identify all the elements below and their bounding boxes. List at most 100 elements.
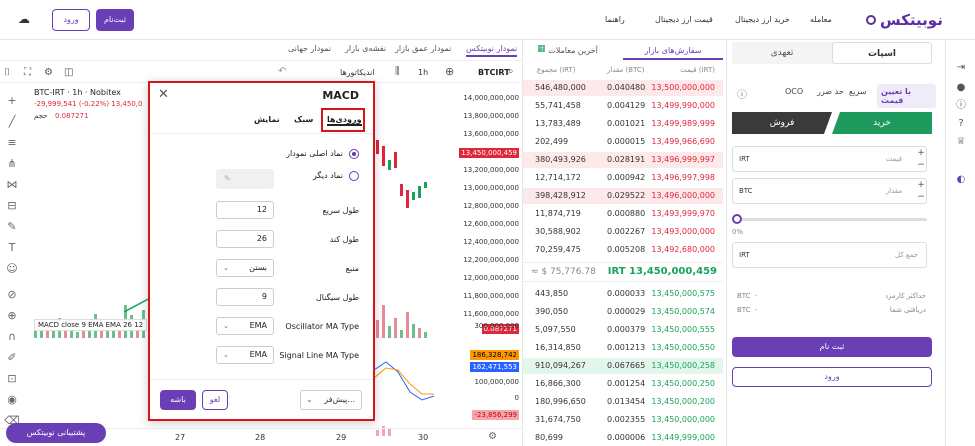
brush-icon[interactable]: ✎ <box>4 220 20 234</box>
defaults-dropdown[interactable]: پیش‌فر... ⌄ <box>300 390 362 410</box>
tab-margin[interactable]: تعهدی <box>732 42 832 64</box>
settings-icon[interactable]: ⚙ <box>44 67 53 78</box>
download-icon[interactable]: ☁ <box>18 12 34 26</box>
theme-icon[interactable]: ◐ <box>955 174 967 186</box>
orderbook-row[interactable]: 13,450,000,200 0.013454 180,996,650 <box>523 394 723 410</box>
orderbook-row[interactable]: 13,450,000,000 0.002355 31,674,750 <box>523 412 723 428</box>
pitchfork-icon[interactable]: ⋔ <box>4 157 20 171</box>
tab-style[interactable]: سبک <box>294 115 313 124</box>
interval-selector[interactable]: 1h <box>418 68 428 77</box>
add-compare-icon[interactable]: ⊕ <box>445 65 454 78</box>
amount-field[interactable]: BTC مقدار + − <box>732 178 927 204</box>
fullscreen-icon[interactable]: ⛶ <box>24 67 31 78</box>
source-select[interactable]: ⌄ بستن <box>216 259 274 277</box>
orderbook-row[interactable]: 13,493,999,970 0.000880 11,874,719 <box>523 206 723 222</box>
orderbook-row[interactable]: 13,493,000,000 0.002267 30,588,902 <box>523 224 723 240</box>
tab-global-chart[interactable]: نمودار جهانی <box>288 44 331 53</box>
zoom-icon[interactable]: ⊕ <box>4 309 20 323</box>
indicators-button[interactable]: اندیکاتورها <box>340 68 375 77</box>
price-field[interactable]: IRT قیمت + − <box>732 146 927 172</box>
slider-handle[interactable] <box>732 214 742 224</box>
source-main-option[interactable]: نماد اصلی نمودار <box>150 147 373 167</box>
oscillator-ma-select[interactable]: ⌄ EMA <box>216 317 274 335</box>
orderbook-row[interactable]: 13,450,000,574 0.000029 390,050 <box>523 304 723 320</box>
signal-length-input[interactable]: 9 <box>216 288 274 306</box>
orderbook-row[interactable]: 13,499,990,000 0.004129 55,741,458 <box>523 98 723 114</box>
order-type-limit[interactable]: با تعیین قیمت <box>877 84 936 108</box>
radio-unchecked-icon[interactable] <box>349 171 359 181</box>
order-type-oco[interactable]: OCO <box>785 87 803 96</box>
radio-checked-icon[interactable] <box>349 149 359 159</box>
tab-market-map[interactable]: نقشه‌ی بازار <box>345 44 386 53</box>
sell-tab[interactable]: فروش <box>732 112 832 134</box>
macd-legend[interactable]: MACD close 9 EMA EMA 26 12 <box>34 319 148 331</box>
emoji-icon[interactable]: ☺ <box>4 262 20 276</box>
slow-length-input[interactable]: 26 <box>216 230 274 248</box>
signal-ma-select[interactable]: ⌄ EMA <box>216 346 274 364</box>
symbol-label[interactable]: BTCIRT <box>478 68 510 77</box>
fast-length-input[interactable]: 12 <box>216 201 274 219</box>
measure-icon[interactable]: ⊟ <box>4 199 20 213</box>
trendline-icon[interactable]: ╱ <box>4 115 20 129</box>
orderbook-row[interactable]: 13,499,966,690 0.000015 202,499 <box>523 134 723 150</box>
decrease-icon[interactable]: − <box>916 191 926 203</box>
orderbook-row[interactable]: 13,450,000,550 0.001213 16,314,850 <box>523 340 723 356</box>
tab-spot[interactable]: اسپات <box>832 42 932 64</box>
tab-depth-chart[interactable]: نمودار عمق بازار <box>395 44 451 53</box>
magnet-icon[interactable]: ∩ <box>4 330 20 344</box>
camera-icon[interactable]: ⌷ <box>4 67 10 78</box>
order-type-stop[interactable]: حد ضرر <box>817 87 844 96</box>
eye-icon[interactable]: ◉ <box>4 393 20 407</box>
trophy-icon[interactable]: ♕ <box>955 136 967 148</box>
trade-login-button[interactable]: ورود <box>732 367 932 387</box>
orderbook-row[interactable]: 13,450,000,250 0.001254 16,866,300 <box>523 376 723 392</box>
user-icon[interactable]: ● <box>955 82 967 94</box>
search-icon[interactable]: ⌕ <box>508 66 514 77</box>
cancel-button[interactable]: لغو <box>202 390 228 410</box>
support-button[interactable]: پشتیبانی نوبیتکس <box>6 423 106 443</box>
layout-toggle-icon[interactable]: ▦ <box>537 44 546 54</box>
orderbook-row[interactable]: 13,500,000,000 0.040480 546,480,000 <box>523 80 723 96</box>
total-field[interactable]: IRT جمع کل <box>732 242 927 268</box>
text-icon[interactable]: T <box>4 241 20 255</box>
undo-icon[interactable]: ↶ <box>278 66 286 77</box>
orderbook-row[interactable]: 13,449,999,000 0.000006 80,699 <box>523 430 723 446</box>
increase-icon[interactable]: + <box>916 147 926 159</box>
tab-inputs[interactable]: ورودی‌ها <box>321 108 365 132</box>
info-icon[interactable]: ⓘ <box>737 86 747 101</box>
lock-icon[interactable]: ⊡ <box>4 372 20 386</box>
signup-button[interactable]: ثبت‌نام <box>96 9 134 31</box>
order-type-market[interactable]: سریع <box>849 87 867 96</box>
orderbook-row[interactable]: 13,499,989,999 0.001021 13,783,489 <box>523 116 723 132</box>
nav-crypto-prices[interactable]: قیمت ارز دیجیتال <box>655 15 713 24</box>
nav-buy-crypto[interactable]: خرید ارز دیجیتال <box>735 15 790 24</box>
buy-tab[interactable]: خرید <box>832 112 932 134</box>
orderbook-row[interactable]: 13,492,680,000 0.005208 70,259,475 <box>523 242 723 258</box>
orderbook-row[interactable]: 13,450,000,575 0.000033 443,850 <box>523 286 723 302</box>
tab-nobitex-chart[interactable]: نمودار نوبیتکس <box>466 44 518 57</box>
candle-type-icon[interactable]: ⫼ <box>395 66 400 77</box>
orderbook-row[interactable]: 13,496,000,000 0.029522 398,428,912 <box>523 188 723 204</box>
increase-icon[interactable]: + <box>916 179 926 191</box>
nav-guide[interactable]: راهنما <box>605 15 625 24</box>
decrease-icon[interactable]: − <box>916 159 926 171</box>
ok-button[interactable]: باشه <box>160 390 196 410</box>
orderbook-row[interactable]: 13,450,000,555 0.000379 5,097,550 <box>523 322 723 338</box>
nav-trade[interactable]: معامله <box>810 15 832 24</box>
orderbook-row[interactable]: 13,496,997,998 0.000942 12,714,172 <box>523 170 723 186</box>
amount-slider[interactable] <box>735 218 927 221</box>
nobitex-logo[interactable]: نوبیتکس <box>880 11 943 29</box>
layout-icon[interactable]: ◫ <box>64 67 73 78</box>
lock-draw-icon[interactable]: ✐ <box>4 351 20 365</box>
chart-settings-icon[interactable]: ⚙ <box>488 431 497 442</box>
orderbook-row[interactable]: 13,450,000,258 0.067665 910,094,267 <box>523 358 723 374</box>
login-button[interactable]: ورود <box>52 9 90 31</box>
exit-icon[interactable]: ⇥ <box>955 62 967 74</box>
trade-signup-button[interactable]: ثبت نام <box>732 337 932 357</box>
tab-orderbook[interactable]: سفارش‌های بازار <box>623 42 723 60</box>
ruler-icon[interactable]: ⊘ <box>4 288 20 302</box>
tab-visibility[interactable]: نمایش <box>254 115 280 124</box>
close-icon[interactable]: ✕ <box>158 87 169 102</box>
fib-icon[interactable]: ≡ <box>4 136 20 150</box>
orderbook-row[interactable]: 13,496,999,997 0.028191 380,493,926 <box>523 152 723 168</box>
